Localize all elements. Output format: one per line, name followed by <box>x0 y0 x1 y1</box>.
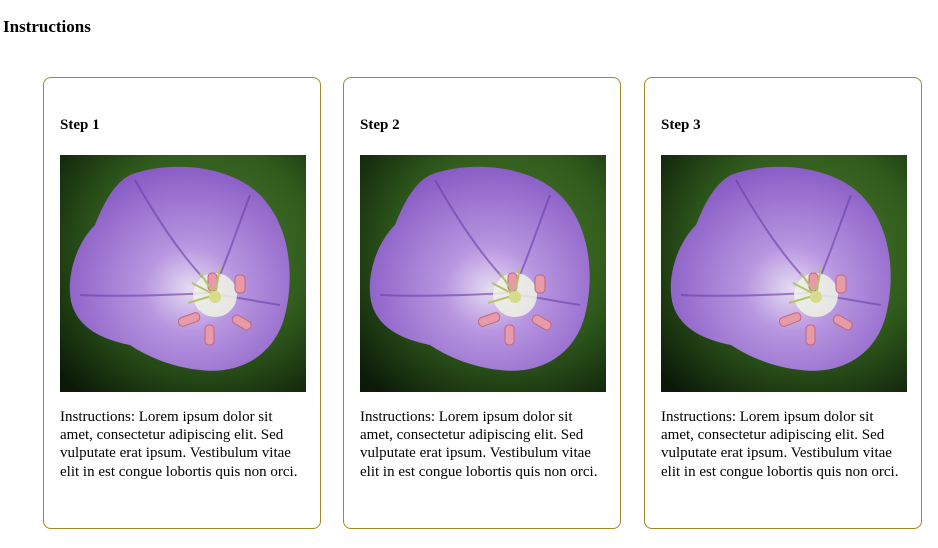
instruction-card-step-2: Step 2 Instructions: Lorem ipsum dolor s… <box>343 77 621 529</box>
card-title: Step 1 <box>60 117 100 133</box>
instruction-card-step-3: Step 3 Instructions: Lorem ipsum dolor s… <box>644 77 922 529</box>
instruction-card-step-1: Step 1 Instructions: Lorem ipsum dolor s… <box>43 77 321 529</box>
card-instructions-text: Instructions: Lorem ipsum dolor sit amet… <box>60 409 298 480</box>
flower-image <box>60 155 306 392</box>
card-title: Step 2 <box>360 117 400 133</box>
page-title: Instructions <box>3 17 91 36</box>
card-instructions-text: Instructions: Lorem ipsum dolor sit amet… <box>661 409 899 480</box>
card-title: Step 3 <box>661 117 701 133</box>
flower-image <box>661 155 907 392</box>
flower-image <box>360 155 606 392</box>
card-instructions-text: Instructions: Lorem ipsum dolor sit amet… <box>360 409 598 480</box>
